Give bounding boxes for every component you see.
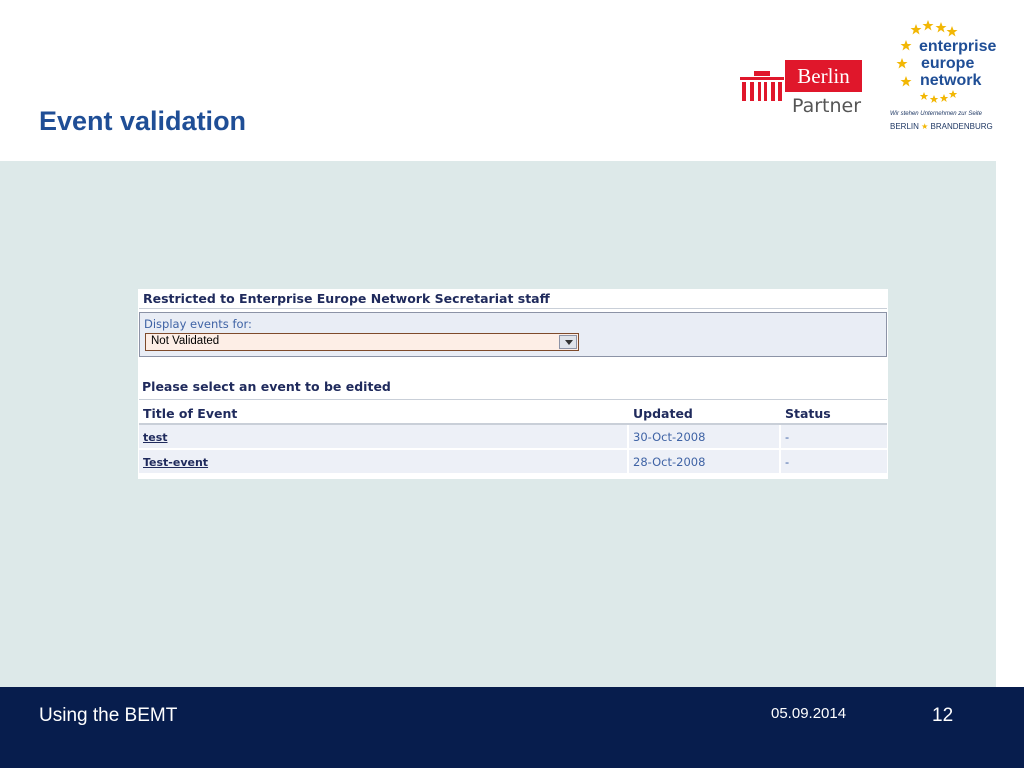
column-header-status[interactable]: Status bbox=[781, 399, 887, 425]
table-row: Test-event 28-Oct-2008 - bbox=[139, 450, 887, 475]
berlin-partner-logo: Berlin Partner bbox=[738, 57, 864, 123]
event-title-cell: Test-event bbox=[139, 450, 629, 475]
select-event-heading: Please select an event to be edited bbox=[142, 379, 391, 394]
een-word-enterprise: enterprise bbox=[919, 38, 997, 55]
restricted-heading: Restricted to Enterprise Europe Network … bbox=[139, 290, 887, 309]
enterprise-europe-network-logo: enterprise europe network Wir stehen Unt… bbox=[886, 16, 1002, 138]
display-events-select[interactable]: Not Validated bbox=[145, 333, 579, 351]
table-row: test 30-Oct-2008 - bbox=[139, 425, 887, 450]
footer-page-number: 12 bbox=[932, 705, 954, 726]
footer-date: 05.09.2014 bbox=[771, 705, 847, 722]
event-link[interactable]: Test-event bbox=[143, 456, 208, 469]
event-validation-panel: Restricted to Enterprise Europe Network … bbox=[138, 289, 888, 479]
slide-title: Event validation bbox=[39, 106, 247, 136]
star-icon: ★ bbox=[921, 122, 929, 131]
brandenburg-gate-icon bbox=[740, 71, 784, 101]
table-header-row: Title of Event Updated Status bbox=[139, 399, 887, 425]
een-region-right: BRANDENBURG bbox=[930, 122, 993, 131]
filter-label: Display events for: bbox=[144, 317, 252, 331]
event-updated-cell: 28-Oct-2008 bbox=[629, 450, 781, 475]
event-link[interactable]: test bbox=[143, 431, 168, 444]
event-status-cell: - bbox=[781, 450, 887, 475]
column-header-title[interactable]: Title of Event bbox=[139, 399, 629, 425]
een-region: BERLIN ★ BRANDENBURG bbox=[890, 122, 993, 131]
slide-footer: Using the BEMT 05.09.2014 12 bbox=[0, 687, 1024, 768]
event-title-cell: test bbox=[139, 425, 629, 450]
display-events-selected-value: Not Validated bbox=[151, 335, 220, 347]
een-tagline: Wir stehen Unternehmen zur Seite bbox=[890, 111, 982, 117]
chevron-down-icon[interactable] bbox=[559, 335, 577, 349]
berlin-partner-subtext: Partner bbox=[792, 95, 862, 117]
filter-box: Display events for: Not Validated bbox=[139, 312, 887, 357]
footer-presentation-title: Using the BEMT bbox=[39, 705, 178, 726]
events-table: Title of Event Updated Status test 30-Oc… bbox=[139, 399, 887, 475]
een-word-europe: europe bbox=[921, 55, 975, 72]
event-status-cell: - bbox=[781, 425, 887, 450]
column-header-updated[interactable]: Updated bbox=[629, 399, 781, 425]
berlin-partner-box-text: Berlin bbox=[785, 60, 862, 92]
event-updated-cell: 30-Oct-2008 bbox=[629, 425, 781, 450]
een-word-network: network bbox=[920, 72, 982, 89]
een-region-left: BERLIN bbox=[890, 122, 919, 131]
